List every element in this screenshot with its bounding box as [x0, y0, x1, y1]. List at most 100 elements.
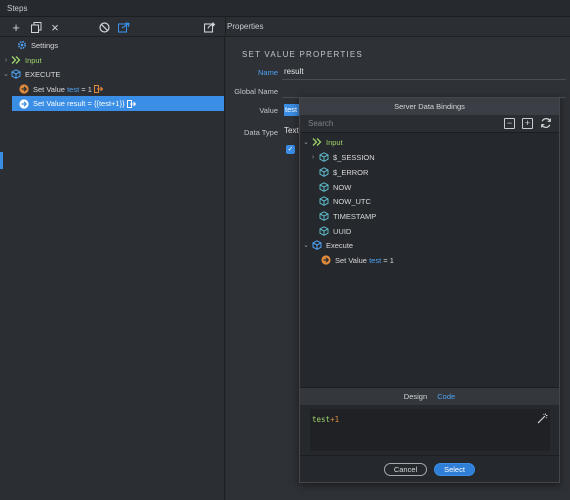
double-chevron-icon	[10, 55, 21, 66]
global-name-label: Global Name	[234, 87, 278, 96]
binding-timestamp[interactable]: TIMESTAMP	[318, 209, 376, 223]
step1-suffix: = 1	[81, 84, 92, 94]
checkbox[interactable]: ✓	[286, 145, 295, 154]
properties-title: Properties	[227, 22, 264, 31]
expand-all-button[interactable]: +	[522, 118, 533, 129]
share-button[interactable]	[202, 19, 218, 35]
duplicate-step-button[interactable]	[28, 19, 44, 35]
copy-icon	[30, 21, 41, 33]
tree-item-settings[interactable]: Settings	[8, 38, 58, 52]
binding-error[interactable]: $_ERROR	[318, 165, 368, 179]
tree-item-input[interactable]: › Input	[2, 53, 42, 67]
binding-label-error: $_ERROR	[333, 167, 369, 177]
format-button[interactable]	[537, 413, 548, 426]
code-editor[interactable]: test+1	[310, 409, 550, 451]
search-bar: Search − +	[300, 115, 559, 133]
value-field[interactable]: test	[284, 104, 300, 116]
binding-label-now: NOW	[333, 182, 352, 192]
cube-icon	[311, 240, 322, 251]
chevron-down-icon[interactable]: ⌄	[301, 138, 311, 146]
tree-item-step1[interactable]: Set Value test = 1	[18, 82, 103, 96]
binding-setvalue-suffix: = 1	[383, 255, 394, 265]
tree-item-execute[interactable]: ⌄ EXECUTE	[2, 67, 60, 81]
binding-uuid[interactable]: UUID	[318, 224, 351, 238]
search-input[interactable]: Search	[308, 119, 333, 128]
tab-design[interactable]: Design	[404, 392, 427, 401]
cancel-button[interactable]: Cancel	[384, 463, 427, 476]
name-label: Name	[257, 68, 278, 77]
binding-setvalue-var: test	[369, 255, 382, 265]
binding-now[interactable]: NOW	[318, 180, 351, 194]
output-step-button[interactable]	[116, 19, 132, 35]
data-type-label: Data Type	[243, 128, 278, 137]
step2-label: Set Value result = {{test+1}}	[33, 99, 125, 108]
cube-icon	[10, 69, 21, 80]
disable-step-button[interactable]	[96, 19, 112, 35]
arrow-circle-icon	[18, 84, 29, 95]
tree-label-settings: Settings	[31, 40, 59, 50]
title-bar: Steps	[0, 0, 570, 17]
minus-icon: −	[506, 118, 513, 128]
name-field[interactable]: result	[284, 67, 304, 76]
binding-label-now-utc: NOW_UTC	[333, 196, 371, 206]
server-data-bindings-dialog: Server Data Bindings Search − + ⌄ Input	[299, 97, 560, 483]
cube-icon	[318, 196, 329, 207]
select-button[interactable]: Select	[434, 463, 475, 476]
chevron-right-icon[interactable]: ›	[2, 57, 10, 64]
refresh-button[interactable]	[540, 117, 552, 131]
output-arrow-icon	[93, 85, 103, 93]
binding-label-uuid: UUID	[333, 226, 352, 236]
code-operator: +1	[330, 415, 340, 424]
tab-code[interactable]: Code	[437, 392, 455, 401]
magic-wand-icon	[537, 413, 548, 424]
arrow-circle-icon	[18, 98, 29, 109]
binding-label-input: Input	[326, 137, 343, 147]
dialog-footer: Cancel Select	[300, 455, 559, 482]
binding-set-value[interactable]: Set Value test = 1	[320, 253, 394, 267]
tree-label-execute: EXECUTE	[25, 69, 61, 79]
close-icon: ×	[51, 19, 59, 35]
value-label: Value	[259, 106, 278, 115]
cube-icon	[318, 167, 329, 178]
code-variable: test	[312, 415, 331, 424]
output-arrow-icon	[126, 99, 136, 108]
tree-item-step2[interactable]: Set Value result = {{test+1}}	[12, 96, 224, 111]
dialog-title: Server Data Bindings	[300, 98, 559, 115]
cube-icon	[318, 211, 329, 222]
plus-icon: +	[12, 19, 20, 35]
cube-icon	[318, 182, 329, 193]
cube-icon	[318, 226, 329, 237]
step1-prefix: Set Value	[33, 84, 65, 94]
gear-icon	[16, 40, 27, 51]
data-type-select[interactable]: Text	[284, 126, 299, 135]
add-step-button[interactable]: +	[8, 19, 24, 35]
binding-now-utc[interactable]: NOW_UTC	[318, 194, 371, 208]
chevron-down-icon[interactable]: ⌄	[301, 241, 311, 249]
panel-title: Steps	[7, 4, 28, 13]
binding-input[interactable]: ⌄ Input	[301, 135, 343, 149]
code-expression: test+1	[312, 415, 339, 424]
arrow-circle-icon	[320, 255, 331, 266]
export-icon	[118, 21, 130, 33]
delete-step-button[interactable]: ×	[47, 19, 63, 35]
active-edge-marker	[0, 152, 3, 169]
binding-execute[interactable]: ⌄ Execute	[301, 238, 353, 252]
binding-label-execute: Execute	[326, 240, 354, 250]
collapse-all-button[interactable]: −	[504, 118, 515, 129]
refresh-icon	[541, 118, 551, 128]
binding-session[interactable]: › $_SESSION	[308, 150, 375, 164]
steps-tree: Settings › Input ⌄ EXECUTE Set Value tes…	[0, 37, 225, 500]
step1-variable: test	[67, 84, 80, 94]
editor-tabs: Design Code	[300, 387, 559, 405]
bindings-tree: ⌄ Input › $_SESSION $_ERROR NOW NOW_UTC …	[300, 134, 559, 386]
disable-icon	[98, 21, 110, 33]
chevron-down-icon[interactable]: ⌄	[2, 70, 10, 78]
share-icon	[204, 21, 216, 33]
chevron-right-icon[interactable]: ›	[308, 154, 318, 161]
double-chevron-icon	[311, 137, 322, 148]
plus-icon: +	[524, 118, 531, 128]
check-icon: ✓	[287, 146, 294, 153]
binding-setvalue-prefix: Set Value	[335, 255, 367, 265]
binding-label-timestamp: TIMESTAMP	[333, 211, 377, 221]
toolbar-divider	[225, 17, 226, 37]
